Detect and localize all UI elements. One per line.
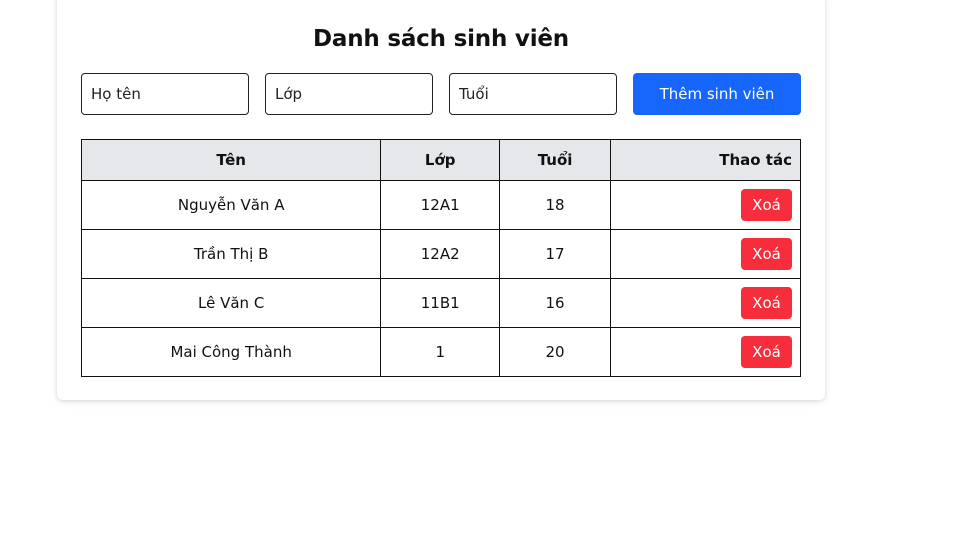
delete-button[interactable]: Xoá (741, 336, 792, 368)
header-class: Lớp (380, 139, 501, 181)
table-row: Trần Thị B 12A2 17 Xoá (80, 229, 802, 279)
cell-name: Nguyễn Văn A (80, 180, 382, 230)
cell-action: Xoá (609, 180, 802, 230)
class-input[interactable] (265, 73, 433, 115)
add-student-button[interactable]: Thêm sinh viên (633, 73, 801, 115)
delete-button[interactable]: Xoá (741, 189, 792, 221)
cell-name: Lê Văn C (80, 278, 382, 328)
name-input[interactable] (81, 73, 249, 115)
cell-action: Xoá (609, 229, 802, 279)
cell-class: 12A1 (380, 180, 501, 230)
table-header-row: Tên Lớp Tuổi Thao tác (80, 139, 802, 181)
cell-age: 18 (499, 180, 611, 230)
add-student-form: Thêm sinh viên (81, 73, 801, 115)
student-table: Tên Lớp Tuổi Thao tác Nguyễn Văn A 12A1 … (80, 139, 802, 377)
cell-class: 12A2 (380, 229, 501, 279)
cell-age: 16 (499, 278, 611, 328)
header-name: Tên (80, 139, 382, 181)
cell-name: Mai Công Thành (80, 327, 382, 377)
cell-class: 11B1 (380, 278, 501, 328)
student-list-card: Danh sách sinh viên Thêm sinh viên Tên L… (57, 0, 825, 400)
cell-age: 20 (499, 327, 611, 377)
cell-class: 1 (380, 327, 501, 377)
table-row: Lê Văn C 11B1 16 Xoá (80, 278, 802, 328)
age-input[interactable] (449, 73, 617, 115)
cell-action: Xoá (609, 327, 802, 377)
cell-name: Trần Thị B (80, 229, 382, 279)
cell-action: Xoá (609, 278, 802, 328)
delete-button[interactable]: Xoá (741, 238, 792, 270)
header-age: Tuổi (499, 139, 611, 181)
page-title: Danh sách sinh viên (313, 26, 569, 52)
table-row: Nguyễn Văn A 12A1 18 Xoá (80, 180, 802, 230)
table-row: Mai Công Thành 1 20 Xoá (80, 327, 802, 377)
header-action: Thao tác (609, 139, 802, 181)
cell-age: 17 (499, 229, 611, 279)
delete-button[interactable]: Xoá (741, 287, 792, 319)
